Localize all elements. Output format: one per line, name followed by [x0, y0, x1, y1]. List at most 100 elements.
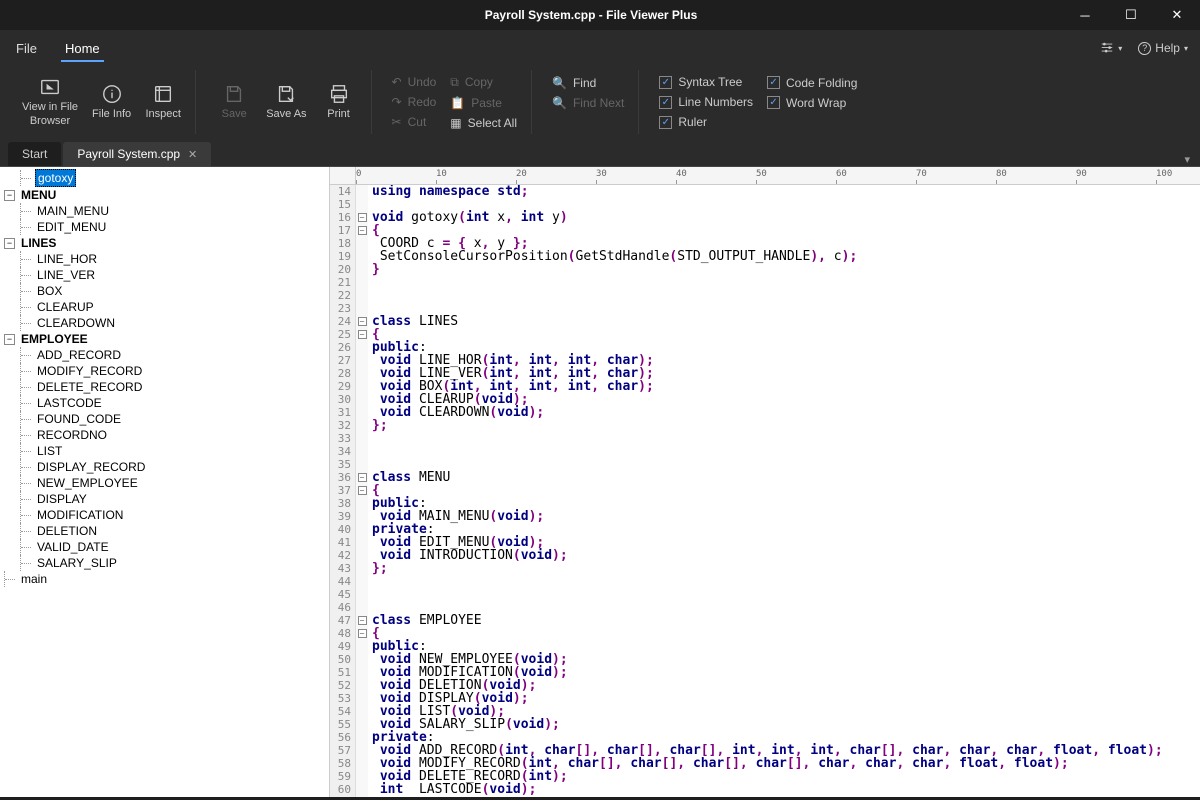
ruler-checkbox[interactable]: Ruler	[653, 113, 759, 131]
tree-leaf[interactable]: gotoxy	[0, 169, 329, 187]
tree-label: CLEARUP	[35, 299, 96, 315]
tree-label: LINE_VER	[35, 267, 97, 283]
inspect-button[interactable]: Inspect	[139, 79, 187, 125]
tree-expand-icon[interactable]: −	[4, 238, 15, 249]
select-all-icon: ▦	[450, 116, 461, 130]
tree-label: BOX	[35, 283, 64, 299]
ribbon-toolbar: View in File Browser File Info Inspect S…	[0, 66, 1200, 138]
ruler: 0102030405060708090100	[356, 167, 1200, 184]
tree-expand-icon[interactable]: −	[4, 334, 15, 345]
menu-home[interactable]: Home	[61, 35, 104, 62]
menubar: File Home ▾ ?Help▾	[0, 30, 1200, 66]
syntax-tree-panel[interactable]: gotoxy−MENUMAIN_MENUEDIT_MENU−LINESLINE_…	[0, 167, 330, 797]
tree-leaf[interactable]: MAIN_MENU	[0, 203, 329, 219]
settings-icon[interactable]: ▾	[1100, 41, 1122, 55]
tree-leaf[interactable]: DELETION	[0, 523, 329, 539]
print-button[interactable]: Print	[315, 79, 363, 125]
code-folding-checkbox[interactable]: Code Folding	[761, 74, 863, 92]
tree-leaf[interactable]: main	[0, 571, 329, 587]
window-title: Payroll System.cpp - File Viewer Plus	[120, 8, 1062, 22]
save-button: Save	[210, 79, 258, 125]
syntax-tree-checkbox[interactable]: Syntax Tree	[653, 73, 759, 91]
tree-label: SALARY_SLIP	[35, 555, 119, 571]
tab-active-document[interactable]: Payroll System.cpp✕	[63, 142, 211, 166]
paste-icon: 📋	[450, 96, 465, 110]
tree-leaf[interactable]: VALID_DATE	[0, 539, 329, 555]
line-numbers-checkbox[interactable]: Line Numbers	[653, 93, 759, 111]
tree-label: DELETION	[35, 523, 99, 539]
cut-icon: ✂	[392, 115, 402, 129]
tree-label: main	[19, 571, 49, 587]
tree-leaf[interactable]: DISPLAY	[0, 491, 329, 507]
tree-leaf[interactable]: MODIFY_RECORD	[0, 363, 329, 379]
view-in-browser-button[interactable]: View in File Browser	[16, 72, 84, 131]
titlebar: Payroll System.cpp - File Viewer Plus ─ …	[0, 0, 1200, 30]
close-button[interactable]: ✕	[1154, 0, 1200, 30]
tree-label: MODIFICATION	[35, 507, 125, 523]
tree-leaf[interactable]: LIST	[0, 443, 329, 459]
find-next-button: 🔍Find Next	[546, 94, 630, 112]
tab-overflow-icon[interactable]: ▾	[1184, 153, 1200, 166]
maximize-button[interactable]: ☐	[1108, 0, 1154, 30]
fold-column[interactable]: −−−−−−−−	[356, 185, 368, 797]
tree-leaf[interactable]: DELETE_RECORD	[0, 379, 329, 395]
tree-label: LINE_HOR	[35, 251, 99, 267]
tree-branch[interactable]: −EMPLOYEE	[0, 331, 329, 347]
redo-icon: ↷	[392, 95, 402, 109]
tree-leaf[interactable]: ADD_RECORD	[0, 347, 329, 363]
tree-label: DELETE_RECORD	[35, 379, 144, 395]
tree-leaf[interactable]: LINE_VER	[0, 267, 329, 283]
tree-label: FOUND_CODE	[35, 411, 123, 427]
undo-icon: ↶	[392, 75, 402, 89]
checkbox-icon	[659, 116, 672, 129]
code-editor[interactable]: 0102030405060708090100 14151617181920212…	[330, 167, 1200, 797]
document-tabbar: Start Payroll System.cpp✕ ▾	[0, 138, 1200, 166]
save-as-button[interactable]: Save As	[260, 79, 312, 125]
tree-branch[interactable]: −LINES	[0, 235, 329, 251]
tree-leaf[interactable]: LINE_HOR	[0, 251, 329, 267]
tree-leaf[interactable]: BOX	[0, 283, 329, 299]
tree-leaf[interactable]: EDIT_MENU	[0, 219, 329, 235]
code-content[interactable]: using namespace std;void gotoxy(int x, i…	[368, 185, 1200, 797]
checkbox-icon	[767, 76, 780, 89]
search-icon: 🔍	[552, 76, 567, 90]
checkbox-icon	[659, 96, 672, 109]
find-button[interactable]: 🔍Find	[546, 74, 630, 92]
tree-leaf[interactable]: CLEARUP	[0, 299, 329, 315]
tree-label: NEW_EMPLOYEE	[35, 475, 140, 491]
minimize-button[interactable]: ─	[1062, 0, 1108, 30]
redo-button: ↷Redo	[386, 93, 443, 111]
search-next-icon: 🔍	[552, 96, 567, 110]
tree-branch[interactable]: −MENU	[0, 187, 329, 203]
file-info-button[interactable]: File Info	[86, 79, 137, 125]
tree-leaf[interactable]: MODIFICATION	[0, 507, 329, 523]
tree-label: ADD_RECORD	[35, 347, 123, 363]
close-tab-icon[interactable]: ✕	[188, 148, 197, 161]
undo-button: ↶Undo	[386, 73, 443, 91]
tree-expand-icon[interactable]: −	[4, 190, 15, 201]
paste-button: 📋Paste	[444, 94, 523, 112]
tab-start[interactable]: Start	[8, 142, 61, 166]
select-all-button[interactable]: ▦Select All	[444, 114, 523, 132]
tree-label: CLEARDOWN	[35, 315, 117, 331]
tree-label: LIST	[35, 443, 64, 459]
tree-label: DISPLAY_RECORD	[35, 459, 147, 475]
tree-leaf[interactable]: RECORDNO	[0, 427, 329, 443]
tree-leaf[interactable]: DISPLAY_RECORD	[0, 459, 329, 475]
tree-label: MODIFY_RECORD	[35, 363, 144, 379]
copy-button: ⧉Copy	[444, 73, 523, 92]
tree-leaf[interactable]: CLEARDOWN	[0, 315, 329, 331]
tree-label: RECORDNO	[35, 427, 109, 443]
cut-button: ✂Cut	[386, 113, 443, 131]
tree-label: LASTCODE	[35, 395, 104, 411]
tree-leaf[interactable]: NEW_EMPLOYEE	[0, 475, 329, 491]
tree-label: EMPLOYEE	[19, 331, 90, 347]
checkbox-icon	[767, 96, 780, 109]
menu-file[interactable]: File	[12, 35, 41, 62]
word-wrap-checkbox[interactable]: Word Wrap	[761, 94, 863, 112]
tree-label: LINES	[19, 235, 58, 251]
tree-leaf[interactable]: SALARY_SLIP	[0, 555, 329, 571]
menu-help[interactable]: ?Help▾	[1138, 41, 1188, 55]
tree-leaf[interactable]: LASTCODE	[0, 395, 329, 411]
tree-leaf[interactable]: FOUND_CODE	[0, 411, 329, 427]
